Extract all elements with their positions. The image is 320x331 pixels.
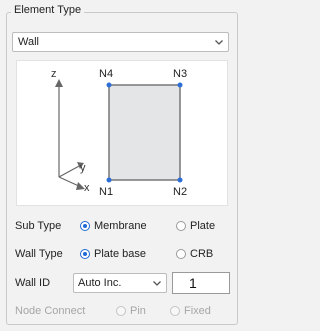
radio-checked-icon <box>80 221 90 231</box>
element-type-value: Wall <box>18 36 39 48</box>
axis-x-label: x <box>84 182 90 194</box>
axis-z-label: z <box>51 68 57 80</box>
radio-label: Plate base <box>94 248 146 260</box>
node-n3 <box>177 82 183 88</box>
sub-type-label: Sub Type <box>15 220 62 232</box>
wall-id-input[interactable]: 1 <box>172 272 230 294</box>
element-type-select[interactable]: Wall <box>12 32 229 52</box>
wall-id-label: Wall ID <box>15 277 51 289</box>
sub-type-plate-radio[interactable]: Plate <box>176 220 215 232</box>
group-title: Element Type <box>11 4 85 16</box>
chevron-down-icon <box>215 40 223 45</box>
radio-label: Membrane <box>94 220 147 232</box>
wall-panel <box>108 84 181 181</box>
wall-id-mode: Auto Inc. <box>78 277 122 289</box>
sub-type-membrane-radio[interactable]: Membrane <box>80 220 147 232</box>
axis-y-label: y <box>80 162 86 174</box>
node-connect-label: Node Connect <box>15 305 86 317</box>
radio-unchecked-icon <box>176 249 186 259</box>
wall-type-crb-radio[interactable]: CRB <box>176 248 213 260</box>
radio-checked-icon <box>80 249 90 259</box>
wall-id-select[interactable]: Auto Inc. <box>73 273 167 293</box>
wall-type-label: Wall Type <box>15 248 63 260</box>
wall-type-plate-base-radio[interactable]: Plate base <box>80 248 146 260</box>
radio-label: Plate <box>190 220 216 232</box>
node-n4 <box>106 82 112 88</box>
radio-disabled-icon <box>170 306 180 316</box>
node-n3-label: N3 <box>173 68 187 80</box>
radio-unchecked-icon <box>176 221 186 231</box>
node-connect-pin-radio: Pin <box>116 305 146 317</box>
node-n1 <box>106 177 112 183</box>
node-n2-label: N2 <box>173 186 187 198</box>
element-diagram: z y x N4 N3 N1 N2 <box>16 60 228 206</box>
radio-label: CRB <box>190 248 214 260</box>
chevron-down-icon <box>153 281 161 286</box>
node-n1-label: N1 <box>99 186 113 198</box>
node-connect-fixed-radio: Fixed <box>170 305 211 317</box>
radio-label: Pin <box>130 305 146 317</box>
radio-label: Fixed <box>184 305 211 317</box>
radio-disabled-icon <box>116 306 126 316</box>
node-n2 <box>177 177 183 183</box>
node-n4-label: N4 <box>99 68 113 80</box>
